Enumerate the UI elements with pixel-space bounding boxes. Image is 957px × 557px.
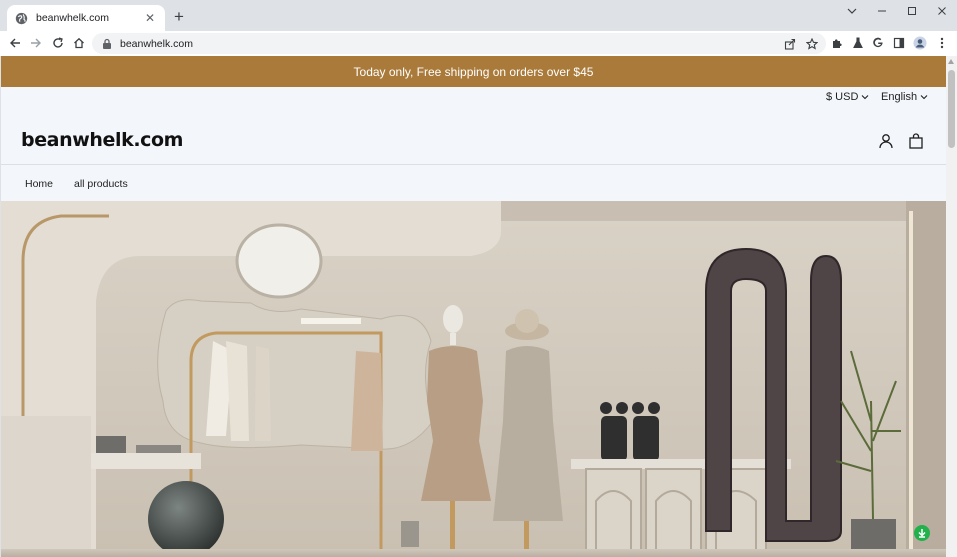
language-selector[interactable]: English: [881, 91, 928, 103]
nav-home[interactable]: Home: [25, 178, 53, 190]
site-logo[interactable]: beanwhelk.com: [21, 129, 183, 151]
profile-avatar-icon[interactable]: [912, 35, 928, 51]
share-icon[interactable]: [782, 36, 798, 52]
tab-search-icon[interactable]: [837, 0, 867, 22]
new-tab-button[interactable]: +: [171, 8, 187, 25]
currency-label: $ USD: [826, 91, 859, 103]
labs-flask-icon[interactable]: [850, 35, 866, 51]
address-bar[interactable]: beanwhelk.com: [92, 33, 826, 54]
google-icon[interactable]: [870, 35, 886, 51]
page-viewport: Today only, Free shipping on orders over…: [1, 56, 946, 557]
nav-all-products[interactable]: all products: [74, 178, 128, 190]
browser-menu-icon[interactable]: [934, 35, 950, 51]
announcement-bar: Today only, Free shipping on orders over…: [1, 56, 946, 87]
cart-icon[interactable]: [908, 133, 924, 149]
tab-close-icon[interactable]: ✕: [143, 11, 157, 25]
lock-icon: [103, 38, 111, 49]
extensions-icon[interactable]: [829, 35, 845, 51]
download-icon[interactable]: [914, 525, 930, 541]
close-window-icon[interactable]: [927, 0, 957, 22]
page-scrollbar[interactable]: [946, 56, 957, 557]
utility-bar: $ USD English: [1, 87, 946, 108]
url-text: beanwhelk.com: [120, 37, 193, 50]
back-icon[interactable]: [7, 35, 23, 51]
currency-selector[interactable]: $ USD: [826, 91, 869, 103]
chevron-down-icon: [862, 95, 869, 100]
scroll-up-arrow-icon[interactable]: [948, 59, 954, 64]
hero-banner-image[interactable]: [1, 201, 946, 557]
side-panel-icon[interactable]: [891, 35, 907, 51]
site-header: beanwhelk.com: [1, 108, 946, 165]
chevron-down-icon: [920, 95, 928, 100]
globe-icon: [15, 12, 28, 24]
browser-tab[interactable]: beanwhelk.com ✕: [7, 5, 165, 31]
scrollbar-thumb[interactable]: [948, 70, 955, 148]
account-icon[interactable]: [878, 133, 894, 149]
browser-toolbar: beanwhelk.com: [0, 31, 957, 56]
forward-icon[interactable]: [28, 35, 44, 51]
maximize-icon[interactable]: [897, 0, 927, 22]
language-label: English: [881, 91, 918, 103]
window-controls: [837, 0, 957, 26]
main-navigation: Home all products: [1, 166, 946, 201]
reload-icon[interactable]: [50, 35, 66, 51]
home-icon[interactable]: [71, 35, 87, 51]
announcement-text: Today only, Free shipping on orders over…: [353, 64, 594, 79]
tab-title: beanwhelk.com: [36, 12, 109, 24]
browser-titlebar: beanwhelk.com ✕ +: [0, 0, 957, 31]
minimize-icon[interactable]: [867, 0, 897, 22]
bookmark-star-icon[interactable]: [804, 36, 820, 52]
